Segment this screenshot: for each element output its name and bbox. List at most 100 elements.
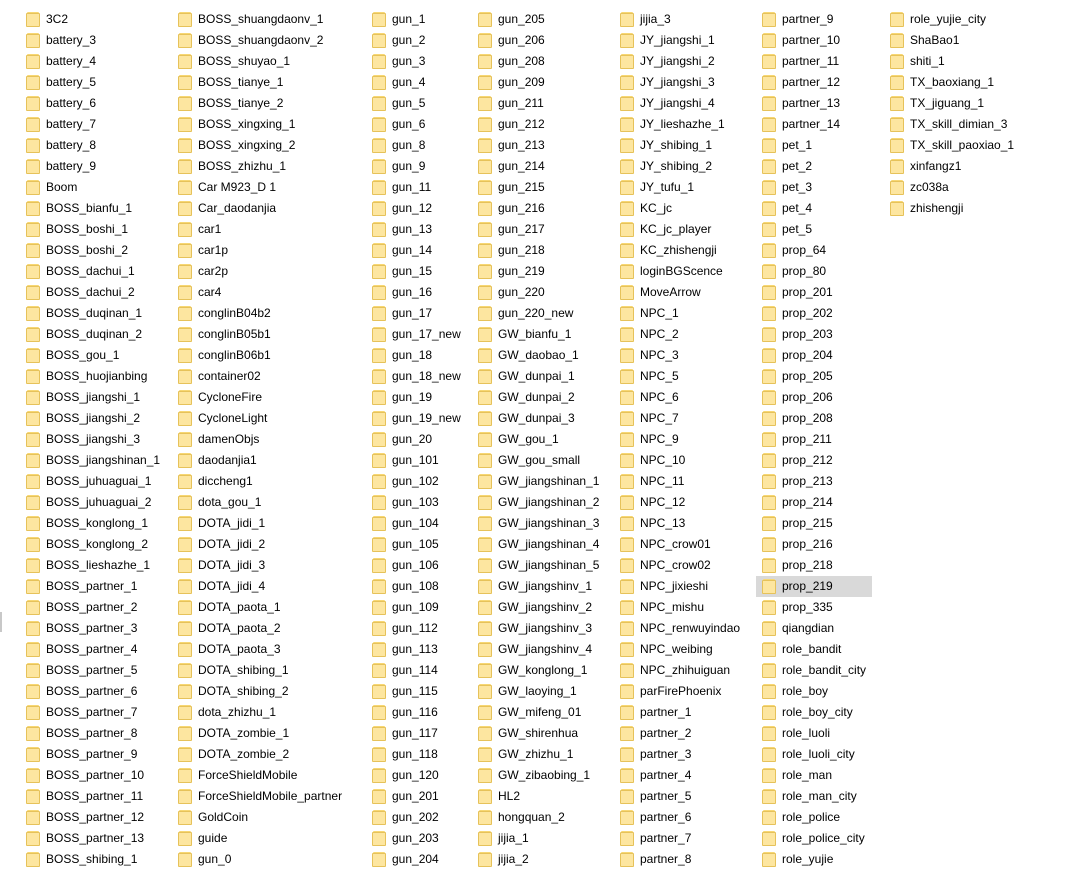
folder-item[interactable]: BOSS_partner_2 [20,597,170,618]
folder-item[interactable]: parFirePhoenix [614,681,754,702]
folder-item[interactable]: KC_zhishengji [614,240,754,261]
folder-item[interactable]: gun_12 [366,198,470,219]
folder-item[interactable]: battery_6 [20,93,170,114]
folder-item[interactable]: JY_jiangshi_1 [614,30,754,51]
folder-item[interactable]: gun_0 [172,849,362,870]
folder-item[interactable]: gun_13 [366,219,470,240]
folder-item[interactable]: prop_205 [756,366,872,387]
folder-item[interactable]: zc038a [884,177,1064,198]
folder-item[interactable]: role_man [756,765,872,786]
folder-item[interactable]: gun_212 [472,114,612,135]
folder-item[interactable]: NPC_6 [614,387,754,408]
folder-item[interactable]: BOSS_juhuaguai_1 [20,471,170,492]
folder-item[interactable]: car1p [172,240,362,261]
folder-item[interactable]: BOSS_shuangdaonv_1 [172,9,362,30]
folder-item[interactable]: TX_jiguang_1 [884,93,1064,114]
folder-item[interactable]: GW_jiangshinan_2 [472,492,612,513]
folder-item[interactable]: gun_208 [472,51,612,72]
folder-item[interactable]: BOSS_tianye_2 [172,93,362,114]
folder-item[interactable]: GW_zhizhu_1 [472,744,612,765]
folder-item[interactable]: damenObjs [172,429,362,450]
folder-item[interactable]: BOSS_partner_9 [20,744,170,765]
folder-item[interactable]: DOTA_zombie_2 [172,744,362,765]
folder-item[interactable]: DOTA_jidi_1 [172,513,362,534]
folder-item[interactable]: gun_16 [366,282,470,303]
folder-item[interactable]: gun_101 [366,450,470,471]
folder-item[interactable]: GW_konglong_1 [472,660,612,681]
folder-item[interactable]: battery_9 [20,156,170,177]
folder-item[interactable]: role_police [756,807,872,828]
folder-item[interactable]: MoveArrow [614,282,754,303]
folder-item[interactable]: battery_7 [20,114,170,135]
folder-item[interactable]: partner_4 [614,765,754,786]
folder-item[interactable]: partner_12 [756,72,872,93]
folder-item[interactable]: gun_19 [366,387,470,408]
folder-item[interactable]: gun_3 [366,51,470,72]
folder-item[interactable]: BOSS_huojianbing [20,366,170,387]
folder-item[interactable]: partner_2 [614,723,754,744]
folder-item[interactable]: NPC_9 [614,429,754,450]
folder-item[interactable]: BOSS_partner_10 [20,765,170,786]
folder-item[interactable]: conglinB05b1 [172,324,362,345]
folder-item[interactable]: role_man_city [756,786,872,807]
folder-item[interactable]: pet_3 [756,177,872,198]
folder-item[interactable]: gun_213 [472,135,612,156]
folder-item[interactable]: gun_214 [472,156,612,177]
folder-item[interactable]: GW_mifeng_01 [472,702,612,723]
folder-item[interactable]: JY_lieshazhe_1 [614,114,754,135]
folder-item[interactable]: gun_116 [366,702,470,723]
folder-item[interactable]: GW_jiangshinv_1 [472,576,612,597]
folder-item[interactable]: jijia_3 [614,9,754,30]
folder-item[interactable]: jijia_1 [472,828,612,849]
folder-item[interactable]: gun_205 [472,9,612,30]
folder-item[interactable]: DOTA_jidi_2 [172,534,362,555]
folder-item[interactable]: gun_118 [366,744,470,765]
folder-item[interactable]: prop_211 [756,429,872,450]
folder-item[interactable]: prop_204 [756,345,872,366]
folder-item[interactable]: GW_dunpai_2 [472,387,612,408]
folder-item[interactable]: gun_201 [366,786,470,807]
folder-item[interactable]: GW_dunpai_1 [472,366,612,387]
folder-item[interactable]: gun_209 [472,72,612,93]
folder-item[interactable]: BOSS_shuyao_1 [172,51,362,72]
folder-item[interactable]: Car_daodanjia [172,198,362,219]
folder-item[interactable]: gun_105 [366,534,470,555]
folder-item[interactable]: prop_218 [756,555,872,576]
folder-item[interactable]: gun_211 [472,93,612,114]
folder-item[interactable]: BOSS_jiangshi_1 [20,387,170,408]
folder-item[interactable]: xinfangz1 [884,156,1064,177]
folder-item[interactable]: gun_114 [366,660,470,681]
folder-item[interactable]: gun_113 [366,639,470,660]
folder-item[interactable]: DOTA_jidi_4 [172,576,362,597]
folder-item[interactable]: battery_3 [20,30,170,51]
folder-item[interactable]: HL2 [472,786,612,807]
folder-item[interactable]: JY_jiangshi_4 [614,93,754,114]
folder-item[interactable]: gun_1 [366,9,470,30]
folder-item[interactable]: partner_11 [756,51,872,72]
folder-item[interactable]: NPC_mishu [614,597,754,618]
folder-item[interactable]: gun_220_new [472,303,612,324]
folder-item[interactable]: pet_5 [756,219,872,240]
folder-item[interactable]: NPC_1 [614,303,754,324]
folder-item[interactable]: gun_20 [366,429,470,450]
folder-item[interactable]: gun_203 [366,828,470,849]
folder-item[interactable]: Boom [20,177,170,198]
folder-item[interactable]: prop_208 [756,408,872,429]
folder-item[interactable]: GW_jiangshinv_2 [472,597,612,618]
folder-item[interactable]: GoldCoin [172,807,362,828]
folder-item[interactable]: GW_dunpai_3 [472,408,612,429]
folder-item[interactable]: shiti_1 [884,51,1064,72]
folder-item[interactable]: gun_216 [472,198,612,219]
folder-item[interactable]: CycloneLight [172,408,362,429]
folder-item[interactable]: DOTA_shibing_1 [172,660,362,681]
folder-item[interactable]: battery_5 [20,72,170,93]
folder-item[interactable]: gun_108 [366,576,470,597]
folder-item[interactable]: DOTA_paota_3 [172,639,362,660]
folder-item[interactable]: dota_zhizhu_1 [172,702,362,723]
folder-item[interactable]: role_police_city [756,828,872,849]
folder-item[interactable]: role_bandit [756,639,872,660]
folder-item[interactable]: GW_bianfu_1 [472,324,612,345]
folder-item[interactable]: gun_202 [366,807,470,828]
folder-item[interactable]: GW_gou_1 [472,429,612,450]
folder-item[interactable]: gun_4 [366,72,470,93]
